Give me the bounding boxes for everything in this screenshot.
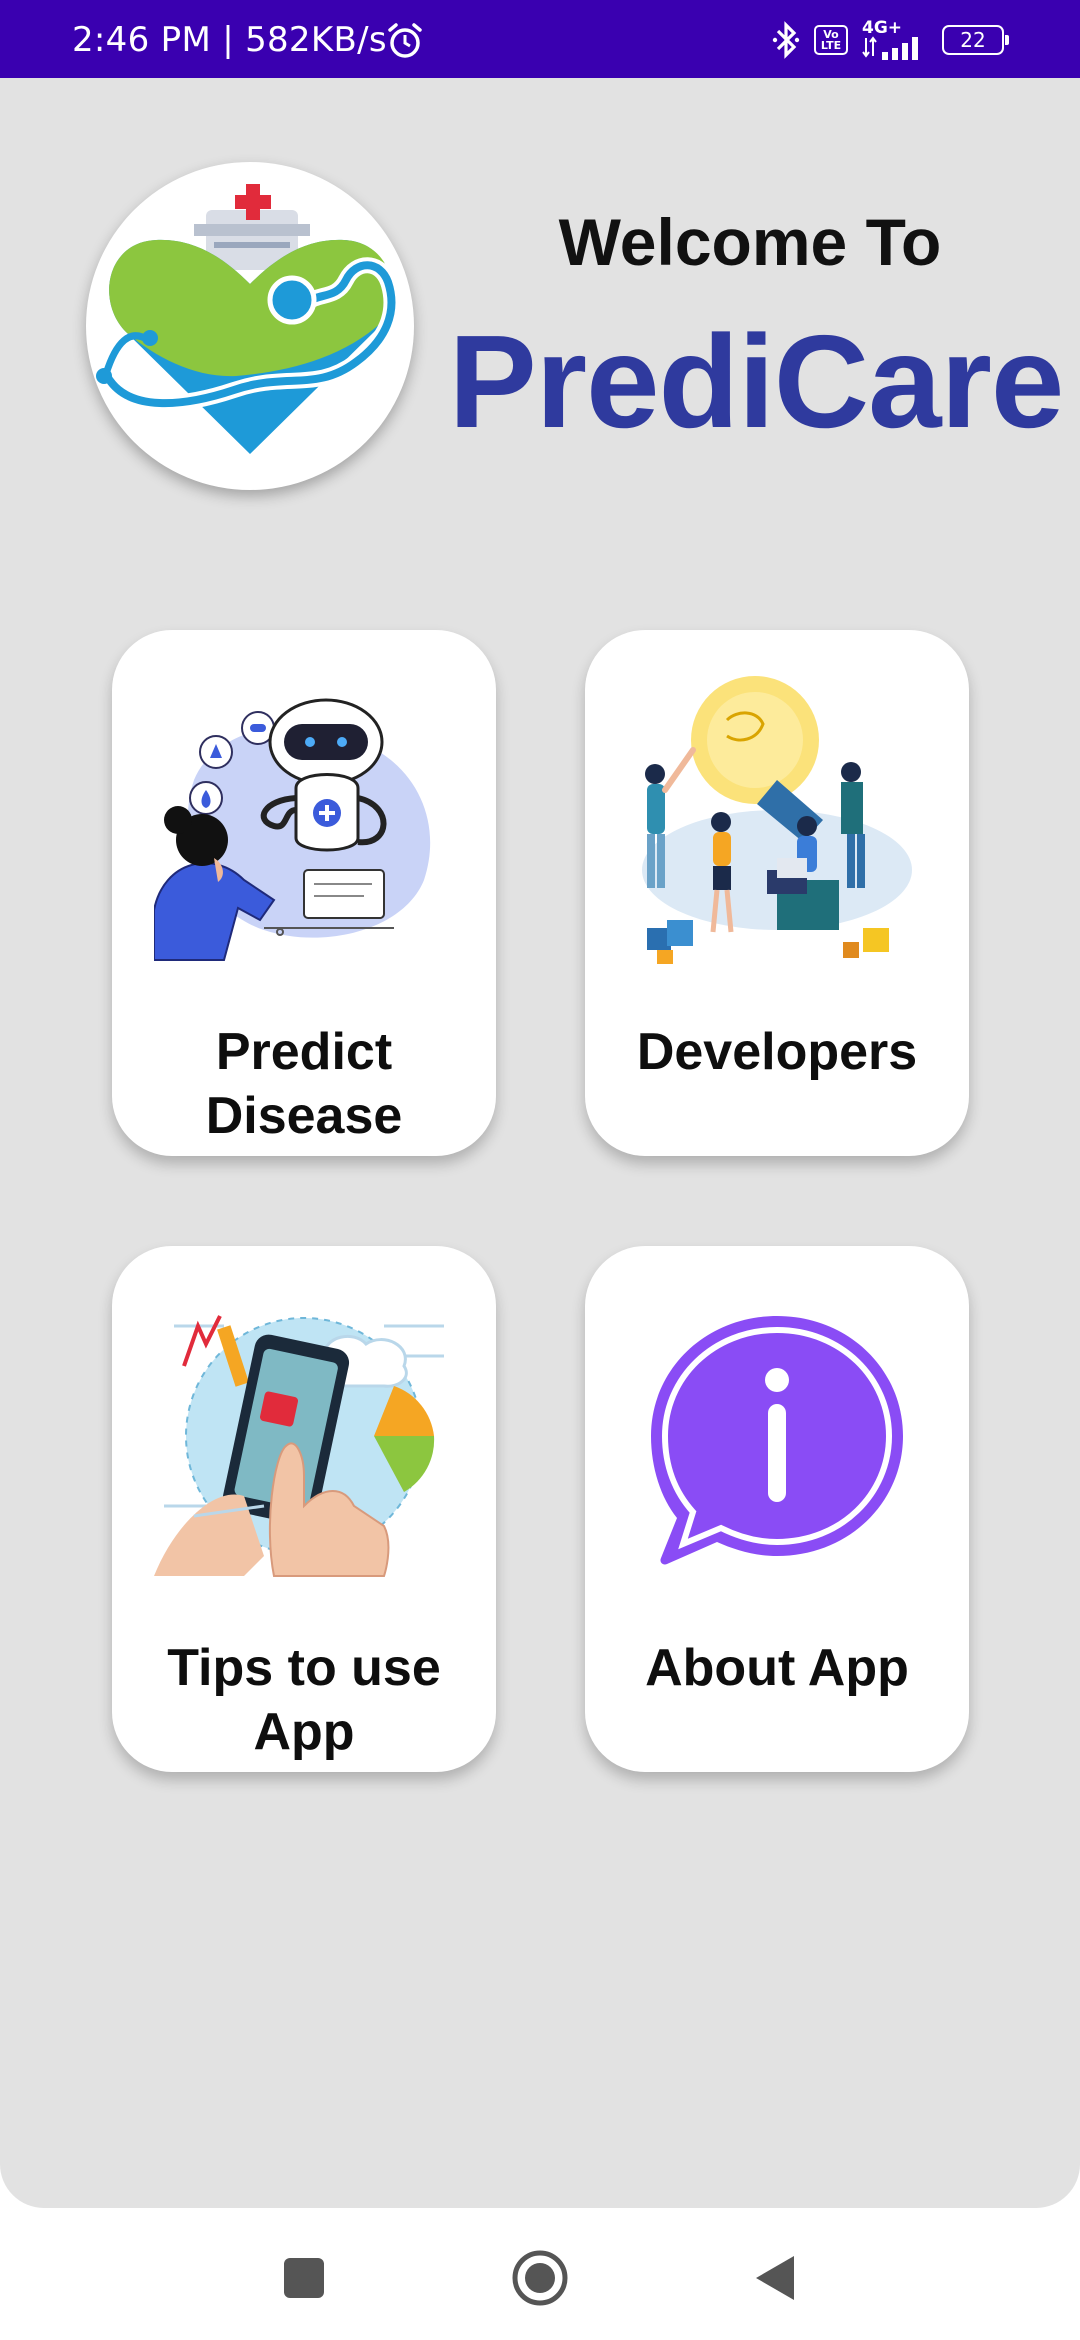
tips-card[interactable]: Tips to use App [112,1246,496,1772]
network-type: 4G+ [862,18,903,38]
volte-line2: LTE [820,39,842,52]
phone-hand-illustration [154,1315,444,1577]
signal-icon: 4G+ [862,18,928,60]
recents-button[interactable] [274,2248,334,2308]
battery-level: 22 [960,28,986,52]
home-button[interactable] [510,2248,570,2308]
tips-label-line2: App [253,1703,355,1761]
predict-disease-label-line1: Predict [215,1023,393,1081]
about-app-label: About App [645,1639,909,1697]
alarm-icon [388,23,422,58]
app-logo [86,162,414,490]
status-bar: 2:46 PM | 582KB/s Vo LTE 4G+ 22 [0,0,1080,78]
status-time: 2:46 PM | 582KB/s [72,20,387,60]
predict-disease-label-line2: Disease [205,1087,403,1145]
info-bubble-icon [651,1316,903,1565]
battery-icon: 22 [942,25,1009,55]
heart-stethoscope-logo [96,184,400,454]
welcome-heading: Welcome To [558,205,942,279]
home-panel: Welcome To PrediCare Predict Disease Dev… [0,78,1080,2208]
bluetooth-icon [772,21,800,59]
team-lightbulb-illustration [642,676,912,964]
tips-label-line1: Tips to use [167,1639,441,1697]
doctor-robot-illustration [154,698,431,961]
predict-disease-card[interactable]: Predict Disease [112,630,496,1156]
developers-label: Developers [636,1023,918,1081]
status-icons: Vo LTE 4G+ 22 [772,18,1009,62]
app-name: PrediCare [448,308,1065,455]
volte-icon: Vo LTE [814,25,848,55]
developers-card[interactable]: Developers [585,630,969,1156]
navigation-bar [0,2208,1080,2340]
about-app-card[interactable]: About App [585,1246,969,1772]
back-button[interactable] [746,2248,806,2308]
